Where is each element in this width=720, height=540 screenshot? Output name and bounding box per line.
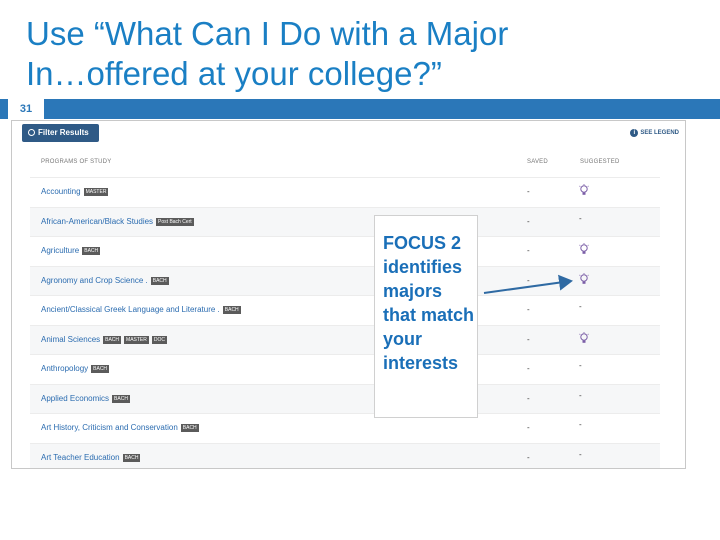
- slide-title: Use “What Can I Do with a Major In…offer…: [26, 14, 686, 94]
- program-name: Agriculture: [41, 246, 80, 255]
- program-name: Agronomy and Crop Science .: [41, 275, 148, 285]
- table-row: Art Teacher Education BACH - -: [30, 442, 660, 468]
- slide-title-line-1: Use “What Can I Do with a Major: [26, 15, 509, 52]
- suggested-cell: -: [579, 361, 582, 370]
- slide-number: 31: [8, 99, 44, 119]
- filter-icon: [28, 129, 35, 136]
- see-legend-label: SEE LEGEND: [640, 130, 679, 136]
- table-row: Anthropology BACH - -: [30, 354, 660, 384]
- saved-cell[interactable]: -: [527, 453, 530, 462]
- program-name: Art Teacher Education: [41, 452, 120, 462]
- info-icon: i: [630, 129, 639, 137]
- suggested-cell: [579, 331, 589, 347]
- lightbulb-icon: [579, 184, 589, 197]
- programs-list: Accounting MASTER - African-American/Black …: [30, 177, 660, 468]
- suggested-cell: [579, 272, 589, 288]
- program-name: Animal Sciences: [41, 334, 101, 344]
- degree-badge: BACH: [112, 394, 130, 403]
- degree-badge: BACH: [222, 306, 241, 314]
- saved-cell[interactable]: -: [527, 423, 530, 432]
- suggested-cell: -: [579, 420, 582, 429]
- saved-cell[interactable]: -: [527, 276, 530, 285]
- column-header-saved: SAVED: [527, 159, 548, 165]
- program-name-link[interactable]: Accounting MASTER: [41, 187, 109, 196]
- degree-badge: MASTER: [124, 335, 149, 344]
- slide-title-line-2: In…offered at your college?”: [26, 55, 442, 92]
- saved-cell[interactable]: -: [527, 305, 530, 314]
- program-name: African-American/Black Studies: [41, 216, 154, 226]
- suggested-cell: -: [579, 213, 582, 223]
- program-name-link[interactable]: African-American/Black Studies Post Bach …: [41, 217, 194, 226]
- header-bar-right: [44, 99, 720, 119]
- lightbulb-icon: [579, 272, 589, 286]
- program-name-link[interactable]: Animal Sciences BACH MASTER DOC: [41, 334, 168, 344]
- program-name: Ancient/Classical Greek Language and Lit…: [41, 305, 220, 314]
- degree-badge: BACH: [180, 424, 199, 432]
- filter-results-label: Filter Results: [38, 128, 89, 137]
- program-name-link[interactable]: Agronomy and Crop Science . BACH: [41, 276, 169, 285]
- degree-badge: Post Bach Cert: [156, 217, 194, 226]
- program-name-link[interactable]: Ancient/Classical Greek Language and Lit…: [41, 305, 241, 314]
- table-row: Art History, Criticism and Conservation B…: [30, 413, 660, 443]
- header-bar-left: [0, 99, 8, 119]
- lightbulb-icon: [579, 331, 589, 345]
- program-name-link[interactable]: Agriculture BACH: [41, 246, 101, 255]
- table-row: Applied Economics BACH - -: [30, 383, 660, 413]
- program-name-link[interactable]: Art Teacher Education BACH: [41, 452, 141, 462]
- see-legend-link[interactable]: i SEE LEGEND: [630, 129, 679, 137]
- program-name-link[interactable]: Art History, Criticism and Conservation B…: [41, 423, 199, 432]
- screenshot-panel: Filter Results i SEE LEGEND PROGRAMS OF S…: [11, 120, 686, 469]
- filter-results-button[interactable]: Filter Results: [22, 124, 99, 142]
- saved-cell[interactable]: -: [527, 364, 530, 373]
- saved-cell[interactable]: -: [527, 187, 530, 196]
- program-name: Art History, Criticism and Conservation: [41, 423, 178, 432]
- suggested-cell: [579, 184, 589, 199]
- program-name: Anthropology: [41, 364, 89, 373]
- suggested-cell: -: [579, 302, 582, 311]
- table-row: Animal Sciences BACH MASTER DOC -: [30, 324, 660, 354]
- callout-box: FOCUS 2 identifies majors that match you…: [374, 215, 478, 418]
- degree-badge: MASTER: [83, 188, 109, 196]
- suggested-cell: -: [579, 449, 582, 459]
- degree-badge: BACH: [91, 365, 110, 373]
- suggested-cell: -: [579, 390, 582, 400]
- table-row: Agriculture BACH -: [30, 236, 660, 266]
- saved-cell[interactable]: -: [527, 394, 530, 403]
- table-row: African-American/Black Studies Post Bach …: [30, 206, 660, 236]
- saved-cell[interactable]: -: [527, 335, 530, 344]
- saved-cell[interactable]: -: [527, 217, 530, 226]
- table-row: Ancient/Classical Greek Language and Lit…: [30, 295, 660, 325]
- suggested-cell: [579, 243, 589, 258]
- degree-badge: BACH: [103, 335, 122, 344]
- degree-badge: BACH: [82, 247, 101, 255]
- column-header-programs: PROGRAMS OF STUDY: [41, 159, 112, 165]
- lightbulb-icon: [579, 243, 589, 256]
- degree-badge: BACH: [122, 453, 141, 462]
- table-row: Accounting MASTER -: [30, 177, 660, 207]
- program-name-link[interactable]: Anthropology BACH: [41, 364, 110, 373]
- table-row: Agronomy and Crop Science . BACH -: [30, 265, 660, 295]
- program-name: Applied Economics: [41, 393, 110, 403]
- column-header-suggested: SUGGESTED: [580, 159, 620, 165]
- program-name: Accounting: [41, 187, 81, 196]
- saved-cell[interactable]: -: [527, 246, 530, 255]
- degree-badge: DOC: [151, 335, 168, 344]
- degree-badge: BACH: [150, 276, 169, 285]
- program-name-link[interactable]: Applied Economics BACH: [41, 394, 130, 403]
